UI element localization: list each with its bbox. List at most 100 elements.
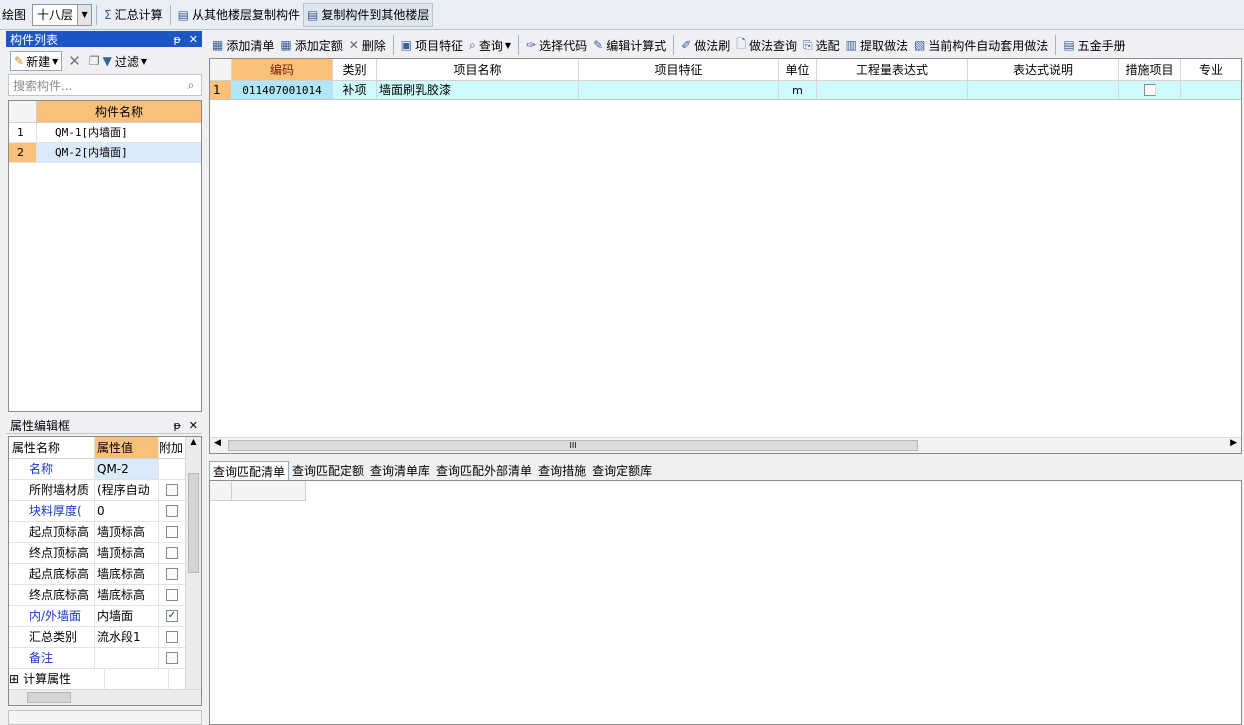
property-row[interactable]: 终点顶标高 墙顶标高 xyxy=(9,543,201,564)
row-number-header xyxy=(9,101,37,123)
filter-button[interactable]: ▼ 过滤 ▼ xyxy=(100,49,150,73)
property-row[interactable]: ⊞ 计算属性 xyxy=(9,669,201,690)
sum-calc-label: 汇总计算 xyxy=(114,8,163,22)
property-grid: 属性名称 属性值 附加 名称 QM-2 所附墙材质 (程序自动 块料厚度(0 起点顶标高墙… xyxy=(8,436,202,706)
table-row[interactable]: 1 011407001014 补项 墙面刷乳胶漆 m xyxy=(210,81,1241,100)
component-list-title: 构件列表 xyxy=(10,32,59,47)
query-button[interactable]: ⌕ 查询 ▼ xyxy=(466,33,514,57)
copy-from-floor-button[interactable]: ▤ 从其他楼层复制构件 xyxy=(175,3,303,27)
method-brush-button[interactable]: ✐ 做法刷 xyxy=(678,33,733,57)
tab-match-quota[interactable]: 查询匹配定额 xyxy=(289,461,367,481)
extract-method-button[interactable]: ▥ 提取做法 xyxy=(843,33,911,57)
scroll-thumb[interactable] xyxy=(27,692,71,703)
property-checkbox[interactable] xyxy=(166,652,178,664)
property-checkbox[interactable] xyxy=(166,568,178,580)
delete-icon[interactable]: ✕ xyxy=(68,52,81,70)
specialty-cell[interactable] xyxy=(1181,81,1241,99)
property-row[interactable]: 块料厚度(0 xyxy=(9,501,201,522)
property-checkbox[interactable] xyxy=(166,589,178,601)
edit-formula-label: 编辑计算式 xyxy=(606,38,667,53)
item-name-cell[interactable]: 墙面刷乳胶漆 xyxy=(377,81,579,99)
property-checkbox[interactable] xyxy=(166,547,178,559)
new-component-button[interactable]: ✎ 新建 ▼ xyxy=(10,51,63,71)
pin-icon[interactable]: ᵽ xyxy=(173,419,180,432)
scroll-right-icon[interactable]: ▶ xyxy=(1230,438,1237,448)
property-row[interactable]: 起点顶标高 墙顶标高 xyxy=(9,522,201,543)
unit-cell[interactable]: m xyxy=(779,81,817,99)
property-checkbox[interactable]: ✓ xyxy=(166,610,178,622)
measure-checkbox[interactable] xyxy=(1143,84,1156,96)
quantity-expression-cell[interactable] xyxy=(817,81,968,99)
add-quota-button[interactable]: ▦ 添加定额 xyxy=(277,33,345,57)
scroll-left-icon[interactable]: ◀ xyxy=(214,438,221,448)
edit-formula-button[interactable]: ✎ 编辑计算式 xyxy=(590,33,669,57)
property-row[interactable]: 名称 QM-2 xyxy=(9,459,201,480)
property-checkbox[interactable] xyxy=(166,631,178,643)
close-icon[interactable]: ✕ xyxy=(189,419,198,432)
close-icon[interactable]: ✕ xyxy=(189,33,198,46)
property-checkbox[interactable] xyxy=(166,505,178,517)
select-code-button[interactable]: ✑ 选择代码 xyxy=(523,33,590,57)
property-extra xyxy=(159,648,185,668)
tab-quota-library[interactable]: 查询定额库 xyxy=(589,461,655,481)
scroll-up-icon[interactable]: ▲ xyxy=(186,437,201,451)
search-icon[interactable]: ⌕ xyxy=(181,78,201,93)
property-value[interactable]: 墙顶标高 xyxy=(95,543,159,563)
property-row[interactable]: 起点底标高 墙底标高 xyxy=(9,564,201,585)
bill-horizontal-scrollbar[interactable]: ◀ III ▶ xyxy=(210,437,1241,453)
scroll-thumb[interactable] xyxy=(188,473,199,573)
tab-bill-library[interactable]: 查询清单库 xyxy=(367,461,433,481)
delete-button[interactable]: ✕ 删除 xyxy=(346,33,389,57)
method-query-button[interactable]: 🗋 做法查询 xyxy=(733,33,800,57)
property-value[interactable] xyxy=(95,648,159,668)
tab-query-measures[interactable]: 查询措施 xyxy=(535,461,589,481)
hardware-manual-button[interactable]: ▤ 五金手册 xyxy=(1060,33,1128,57)
property-value[interactable]: 墙底标高 xyxy=(95,585,159,605)
add-list-icon: ▦ xyxy=(212,38,224,52)
add-bill-button[interactable]: ▦ 添加清单 xyxy=(209,33,277,57)
auto-apply-method-button[interactable]: ▧ 当前构件自动套用做法 xyxy=(911,33,1051,57)
component-search-input[interactable]: 搜索构件... ⌕ xyxy=(8,74,202,96)
pin-icon[interactable]: ᵽ xyxy=(173,33,180,46)
sum-calc-button[interactable]: Σ 汇总计算 xyxy=(101,3,166,27)
query-column-header xyxy=(232,481,306,501)
property-value[interactable]: QM-2 xyxy=(95,459,159,479)
measure-item-cell[interactable] xyxy=(1119,81,1181,99)
item-feature-button[interactable]: ▣ 项目特征 xyxy=(398,33,466,57)
property-row[interactable]: 终点底标高 墙底标高 xyxy=(9,585,201,606)
list-item[interactable]: 2 QM-2[内墙面] xyxy=(9,143,201,163)
property-value[interactable]: (程序自动 xyxy=(95,480,159,500)
property-name: 计算属性 xyxy=(19,669,106,689)
property-row[interactable]: 汇总类别 流水段1 xyxy=(9,627,201,648)
property-value[interactable]: 内墙面 xyxy=(95,606,159,626)
code-cell[interactable]: 011407001014 xyxy=(232,81,333,99)
type-cell[interactable]: 补项 xyxy=(333,81,377,99)
copy-icon[interactable]: ❐ xyxy=(89,54,100,68)
property-row[interactable]: 备注 xyxy=(9,648,201,669)
property-row[interactable]: 所附墙材质 (程序自动 xyxy=(9,480,201,501)
query-result-grid xyxy=(209,480,1242,725)
property-value[interactable]: 墙底标高 xyxy=(95,564,159,584)
property-value[interactable]: 流水段1 xyxy=(95,627,159,647)
property-horizontal-scrollbar[interactable] xyxy=(9,689,201,705)
property-vertical-scrollbar[interactable]: ▲ xyxy=(185,437,201,689)
component-list-toolbar: ✎ 新建 ▼ ✕ ❐ ▼ 过滤 ▼ xyxy=(8,49,202,73)
floor-select[interactable]: 十八层 ▼ xyxy=(32,3,93,26)
expression-description-cell[interactable] xyxy=(968,81,1119,99)
property-value[interactable] xyxy=(105,669,170,689)
list-item[interactable]: 1 QM-1[内墙面] xyxy=(9,123,201,143)
expand-icon[interactable]: ⊞ xyxy=(9,669,19,689)
match-button[interactable]: ⎘ 选配 xyxy=(800,33,843,57)
property-checkbox[interactable] xyxy=(166,484,178,496)
item-feature-cell[interactable] xyxy=(579,81,779,99)
property-value[interactable]: 0 xyxy=(95,501,159,521)
property-checkbox[interactable] xyxy=(166,526,178,538)
property-value[interactable]: 墙顶标高 xyxy=(95,522,159,542)
chevron-down-icon[interactable]: ▼ xyxy=(77,4,92,25)
property-row[interactable]: 内/外墙面 内墙面 ✓ xyxy=(9,606,201,627)
copy-to-floor-button[interactable]: ▤ 复制构件到其他楼层 xyxy=(303,2,434,27)
tab-match-bill[interactable]: 查询匹配清单 xyxy=(209,461,290,481)
toolbar-separator xyxy=(1055,35,1057,55)
tab-match-external-bill[interactable]: 查询匹配外部清单 xyxy=(433,461,535,481)
scroll-thumb[interactable]: III xyxy=(228,440,918,451)
